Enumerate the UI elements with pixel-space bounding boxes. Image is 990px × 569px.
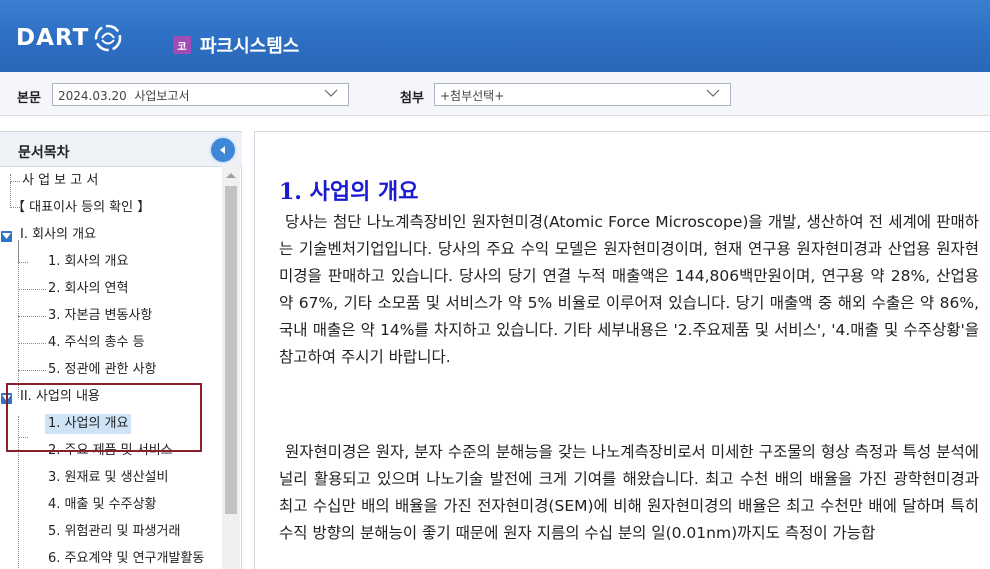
chevron-left-icon — [220, 146, 225, 154]
toc-item[interactable]: 【 대표이사 등의 확인 】 — [12, 198, 150, 218]
toc-item[interactable]: 1. 회사의 개요 — [48, 252, 128, 272]
tree-connector — [10, 174, 20, 182]
content-paragraph: 원자현미경은 원자, 분자 수준의 분해능을 갖는 나노계측장비로서 미세한 구… — [279, 443, 979, 542]
attachment-select[interactable]: +첨부선택+ — [434, 83, 731, 106]
toc-title: 문서목차 — [18, 145, 70, 161]
expand-toggle-icon[interactable] — [1, 231, 12, 242]
tree-connector — [18, 416, 46, 569]
toc-scrollbar[interactable] — [222, 166, 240, 569]
app-header: DART 코 파크시스템스 — [0, 0, 990, 72]
toc-header: 문서목차 — [0, 132, 242, 167]
toc-tree: 사 업 보 고 서 【 대표이사 등의 확인 】 I. 회사의 개요 1. 회사… — [0, 168, 222, 569]
company-name: 파크시스템스 — [200, 36, 300, 57]
body-select-value: 2024.03.20 사업보고서 — [58, 89, 190, 103]
toc-section[interactable]: I. 회사의 개요 — [20, 225, 96, 245]
dart-logo[interactable]: DART — [16, 22, 123, 54]
company-heading: 코 파크시스템스 — [173, 32, 299, 58]
body-report-select[interactable]: 2024.03.20 사업보고서 — [52, 83, 349, 106]
toc-item[interactable]: 4. 매출 및 수주상황 — [48, 495, 157, 515]
toc-section[interactable]: II. 사업의 내용 — [20, 387, 100, 407]
document-content: 1. 사업의 개요 당사는 첨단 나노계측장비인 원자현미경(Atomic Fo… — [254, 131, 990, 569]
toc-item[interactable]: 3. 원재료 및 생산설비 — [48, 468, 168, 488]
toc-item[interactable]: 2. 주요 제품 및 서비스 — [48, 441, 173, 461]
chevron-down-icon — [706, 89, 720, 97]
attach-select-value: +첨부선택+ — [440, 89, 505, 103]
toc-item[interactable]: 6. 주요계약 및 연구개발활동 — [48, 549, 204, 569]
toc-item[interactable]: 4. 주식의 총수 등 — [48, 333, 145, 353]
toc-item[interactable]: 2. 회사의 연혁 — [48, 279, 128, 299]
content-paragraph: 당사는 첨단 나노계측장비인 원자현미경(Atomic Force Micros… — [279, 213, 979, 366]
toc-item-selected[interactable]: 1. 사업의 개요 — [45, 414, 132, 434]
toc-item[interactable]: 5. 위험관리 및 파생거래 — [48, 522, 180, 542]
document-toolbar: 본문 2024.03.20 사업보고서 첨부 +첨부선택+ — [0, 72, 990, 116]
toc-item[interactable]: 5. 정관에 관한 사항 — [48, 360, 157, 380]
toc-panel: 문서목차 사 업 보 고 서 【 대표이사 등의 확인 】 I. 회사의 개요 … — [0, 131, 242, 569]
toc-item[interactable]: 사 업 보 고 서 — [22, 171, 98, 191]
scroll-up-icon[interactable] — [226, 172, 236, 179]
scroll-thumb[interactable] — [225, 186, 237, 514]
chevron-down-icon — [324, 89, 338, 97]
expand-toggle-icon[interactable] — [1, 393, 12, 404]
collapse-panel-button[interactable] — [209, 136, 237, 164]
company-market-badge: 코 — [173, 36, 191, 54]
logo-text: DART — [16, 25, 90, 51]
section-title: 1. 사업의 개요 — [279, 179, 419, 205]
tree-connector — [18, 240, 46, 398]
body-label: 본문 — [17, 91, 41, 106]
logo-swirl-icon — [95, 24, 122, 52]
attach-label: 첨부 — [400, 91, 424, 106]
toc-item[interactable]: 3. 자본금 변동사항 — [48, 306, 152, 326]
